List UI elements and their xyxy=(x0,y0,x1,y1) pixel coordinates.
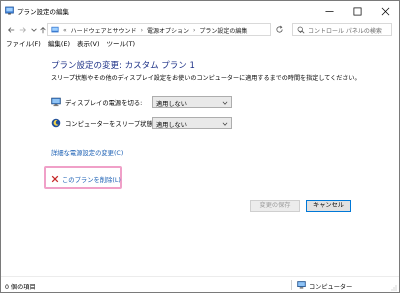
title-bar: プラン設定の編集 xyxy=(1,1,399,21)
refresh-icon[interactable] xyxy=(275,25,284,34)
address-bar[interactable]: « ハードウェアとサウンド › 電源オプション › プラン設定の編集 xyxy=(47,23,303,36)
chevron-down-icon xyxy=(222,122,228,126)
search-placeholder: コントロール パネルの検索 xyxy=(308,28,382,35)
resize-grip-icon[interactable] xyxy=(391,285,397,291)
forward-button[interactable] xyxy=(17,24,28,35)
arrow-up-icon xyxy=(39,26,46,33)
menu-file[interactable]: ファイル(F) xyxy=(6,39,41,51)
sleep-value: 適用しない xyxy=(156,122,187,129)
window: プラン設定の編集 « ハードウェアとサウンド › 電源オプション › プラン設定… xyxy=(0,0,400,293)
control-panel-icon xyxy=(5,6,14,15)
arrow-right-icon xyxy=(19,26,26,33)
control-panel-icon xyxy=(51,26,59,33)
sleep-row: コンピューターをスリープ状態にする: 適用しない xyxy=(51,117,251,129)
close-icon xyxy=(381,7,389,15)
monitor-icon xyxy=(51,97,61,107)
search-icon xyxy=(297,26,305,34)
main-content: プラン設定の変更: カスタム プラン 1 スリープ状態やその他のディスプレイ設定… xyxy=(1,51,399,276)
computer-icon xyxy=(297,281,306,289)
back-button[interactable] xyxy=(5,24,16,35)
breadcrumb-hardware[interactable]: ハードウェアとサウンド xyxy=(71,26,137,35)
breadcrumb-separator[interactable]: › xyxy=(141,27,143,34)
status-divider xyxy=(291,280,292,290)
advanced-settings-link[interactable]: 詳細な電源設定の変更(C) xyxy=(51,148,123,157)
display-off-row: ディスプレイの電源を切る: 適用しない xyxy=(51,96,251,108)
display-off-label: ディスプレイの電源を切る: xyxy=(65,100,143,107)
search-input[interactable]: コントロール パネルの検索 xyxy=(292,23,392,36)
maximize-button[interactable] xyxy=(343,1,371,21)
item-count: 0 個の項目 xyxy=(5,284,36,291)
page-title: プラン設定の変更: カスタム プラン 1 xyxy=(51,61,195,71)
display-off-select[interactable]: 適用しない xyxy=(152,96,232,108)
breadcrumb-overflow[interactable]: « xyxy=(63,27,67,34)
minimize-button[interactable] xyxy=(315,1,343,21)
address-row: « ハードウェアとサウンド › 電源オプション › プラン設定の編集 コントロー… xyxy=(1,21,399,39)
close-button[interactable] xyxy=(371,1,399,21)
sleep-moon-icon xyxy=(51,118,61,128)
breadcrumb-edit-plan[interactable]: プラン設定の編集 xyxy=(199,26,247,35)
display-off-value: 適用しない xyxy=(156,101,187,108)
menu-bar: ファイル(F) 編集(E) 表示(V) ツール(T) xyxy=(1,39,399,51)
menu-view[interactable]: 表示(V) xyxy=(77,39,100,51)
menu-tools[interactable]: ツール(T) xyxy=(107,39,136,51)
menu-edit[interactable]: 編集(E) xyxy=(48,39,70,51)
save-changes-button[interactable]: 変更の保存 xyxy=(250,200,300,212)
status-bar: 0 個の項目 コンピューター xyxy=(1,276,399,292)
delete-x-icon xyxy=(51,175,59,183)
breadcrumb-separator[interactable]: › xyxy=(193,27,195,34)
breadcrumb-power-options[interactable]: 電源オプション xyxy=(147,26,189,35)
breadcrumb: « ハードウェアとサウンド › 電源オプション › プラン設定の編集 xyxy=(63,26,247,35)
cancel-button[interactable]: キャンセル xyxy=(306,200,351,212)
status-location: コンピューター xyxy=(309,284,353,291)
delete-plan-link[interactable]: このプランを削除(L) xyxy=(62,175,121,184)
chevron-down-icon xyxy=(222,101,228,105)
page-description: スリープ状態やその他のディスプレイ設定をお使いのコンピューターに適用するまでの時… xyxy=(51,75,361,82)
window-title: プラン設定の編集 xyxy=(17,8,69,16)
sleep-select[interactable]: 適用しない xyxy=(152,117,232,129)
arrow-left-icon xyxy=(7,26,14,33)
maximize-icon xyxy=(353,7,361,15)
minimize-icon xyxy=(324,10,334,12)
